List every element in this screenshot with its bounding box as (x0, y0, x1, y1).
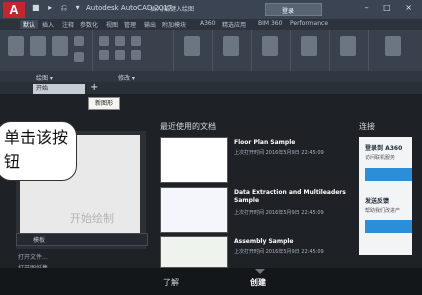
match-properties-icon[interactable] (301, 36, 317, 56)
recent-doc-title[interactable]: Data Extraction and Multileaders Sample (234, 189, 354, 205)
rotate-icon[interactable] (115, 36, 125, 46)
tab-learn[interactable]: 了解 (163, 277, 179, 288)
trim-icon[interactable] (131, 36, 141, 46)
recent-doc-meta: 上次打开时间 2016年5月9日 22:45:09 (234, 249, 324, 255)
tab-featured-apps[interactable]: 精选应用 (222, 20, 246, 29)
tab-annotate[interactable]: 注释 (62, 20, 74, 29)
new-drawing-tooltip: 新图形 (88, 97, 120, 110)
mirror-icon[interactable] (115, 50, 125, 60)
sign-in-box[interactable]: 登录 (265, 3, 322, 16)
line-icon[interactable] (8, 36, 24, 56)
recent-doc-meta: 上次打开时间 2016年5月9日 22:45:09 (234, 210, 324, 216)
recent-documents-heading: 最近使用的文档 (160, 122, 216, 131)
templates-label: 模板 (33, 237, 46, 244)
rectangle-icon[interactable] (74, 52, 84, 62)
ribbon-tabs: 默认 插入 注释 参数化 视图 管理 输出 附加模块 A360 精选应用 BIM… (0, 19, 422, 30)
quick-access-toolbar[interactable]: ■ ▸ ⎌ ▾ (32, 3, 83, 13)
modify-panel-label[interactable]: 修改 ▾ (118, 73, 135, 82)
login-a360-title: 登录到 A360 (365, 145, 403, 152)
tab-bim360[interactable]: BIM 360 (258, 20, 282, 27)
circle-icon[interactable] (52, 36, 68, 56)
tab-performance[interactable]: Performance (290, 20, 328, 27)
recent-doc-thumbnail[interactable] (160, 187, 228, 233)
tab-create[interactable]: 创建 (250, 277, 266, 288)
tab-insert[interactable]: 插入 (42, 20, 54, 29)
feedback-title: 发送反馈 (365, 198, 390, 205)
tab-output[interactable]: 输出 (144, 20, 156, 29)
new-drawing-button[interactable]: + (90, 82, 98, 93)
polyline-icon[interactable] (30, 36, 46, 56)
tab-home[interactable]: 默认 (20, 20, 39, 29)
fillet-icon[interactable] (131, 50, 141, 60)
text-icon[interactable] (184, 36, 200, 56)
login-a360-subtitle: 访问联机服务 (365, 155, 396, 161)
recent-doc-title[interactable]: Assembly Sample (234, 238, 354, 246)
insert-block-icon[interactable] (262, 36, 278, 56)
start-drawing-label: 开始绘制 (70, 212, 114, 225)
connect-heading: 连接 (359, 122, 375, 131)
layer-properties-icon[interactable] (223, 36, 239, 56)
feedback-subtitle: 帮助我们改进产 (365, 208, 401, 214)
tab-view[interactable]: 视图 (106, 20, 118, 29)
recent-doc-thumbnail[interactable] (160, 137, 228, 183)
file-tabs: 开始 + (0, 82, 422, 94)
window-controls[interactable]: – □ × (365, 3, 418, 12)
tab-parametric[interactable]: 参数化 (80, 20, 98, 29)
feedback-button[interactable] (365, 220, 412, 233)
start-tab[interactable]: 开始 (33, 84, 85, 94)
group-icon[interactable] (340, 36, 356, 56)
document-title: 插入/或键入绘图 (150, 6, 195, 13)
base-view-icon[interactable] (385, 36, 401, 56)
ribbon-panel-labels: 绘图 ▾ 修改 ▾ (0, 71, 422, 82)
recent-doc-thumbnail[interactable] (160, 236, 228, 268)
recent-doc-meta: 上次打开时间 2016年5月9日 22:45:09 (234, 150, 324, 156)
title-bar: A ■ ▸ ⎌ ▾ Autodesk AutoCAD 2017 插入/或键入绘图… (0, 0, 422, 19)
application-menu-button[interactable]: A (3, 2, 25, 18)
draw-panel-label[interactable]: 绘图 ▾ (36, 73, 53, 82)
active-tab-indicator (255, 269, 265, 274)
recent-doc-title[interactable]: Floor Plan Sample (234, 139, 354, 147)
arc-icon[interactable] (74, 36, 84, 46)
copy-icon[interactable] (99, 50, 109, 60)
tab-addins[interactable]: 附加模块 (162, 20, 186, 29)
tab-manage[interactable]: 管理 (124, 20, 136, 29)
open-files-link[interactable]: 打开文件... (18, 252, 48, 261)
tab-a360[interactable]: A360 (200, 20, 216, 27)
login-button[interactable] (365, 168, 412, 181)
callout-text: 单击该按钮 (4, 128, 69, 171)
sign-in-label: 登录 (282, 8, 295, 15)
templates-dropdown[interactable]: 模板 (16, 233, 148, 246)
move-icon[interactable] (99, 36, 109, 46)
bottom-bar (0, 268, 422, 295)
